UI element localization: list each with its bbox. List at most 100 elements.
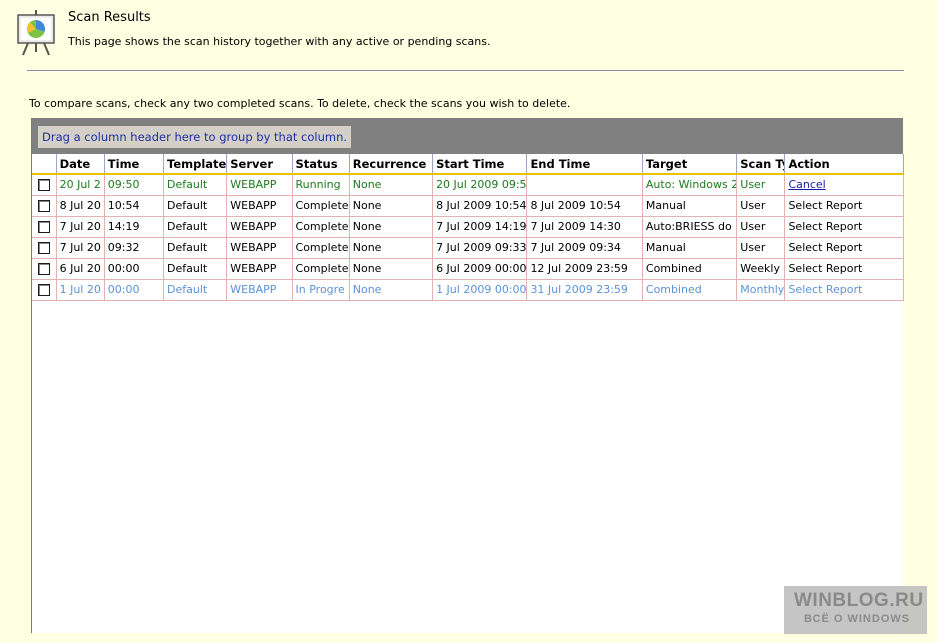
row-checkbox[interactable]: [37, 263, 50, 275]
cell-template: Default: [163, 237, 228, 259]
cell-target: Manual: [642, 237, 738, 259]
column-header-row: Date Time Template Server Status Recurre…: [32, 154, 904, 175]
cell-server: WEBAPP: [226, 216, 293, 238]
scan-results-grid: Drag a column header here to group by th…: [31, 118, 904, 633]
scan-results-table: Date Time Template Server Status Recurre…: [32, 154, 904, 301]
cell-scan-type: User: [736, 174, 786, 196]
cell-date: 7 Jul 20: [56, 216, 105, 238]
group-by-panel[interactable]: Drag a column header here to group by th…: [32, 118, 903, 154]
cell-start-time: 7 Jul 2009 14:19: [432, 216, 528, 238]
watermark-logo: WINBLOG.RU ВСЁ О WINDOWS: [784, 586, 927, 634]
column-header-time[interactable]: Time: [104, 154, 165, 175]
cell-scan-type: User: [736, 237, 786, 259]
row-select-cell: [32, 258, 57, 280]
cell-end-time: 31 Jul 2009 23:59: [526, 279, 643, 301]
cell-recurrence: None: [349, 279, 434, 301]
page-title: Scan Results: [68, 10, 151, 25]
table-row[interactable]: 7 Jul 20 14:19 Default WEBAPP Complete N…: [32, 216, 904, 238]
row-select-cell: [32, 237, 57, 259]
cell-date: 6 Jul 20: [56, 258, 105, 280]
cell-start-time: 1 Jul 2009 00:00: [432, 279, 528, 301]
cell-action[interactable]: Select Report: [784, 279, 904, 301]
cell-template: Default: [163, 216, 228, 238]
column-header-status[interactable]: Status: [292, 154, 350, 175]
cell-status: Running: [292, 174, 350, 196]
cell-date: 20 Jul 2: [56, 174, 105, 196]
cell-start-time: 8 Jul 2009 10:54: [432, 195, 528, 217]
cell-end-time: 12 Jul 2009 23:59: [526, 258, 643, 280]
cell-time: 09:32: [104, 237, 165, 259]
column-header-date[interactable]: Date: [56, 154, 105, 175]
cell-server: WEBAPP: [226, 258, 293, 280]
presentation-chart-icon: [17, 10, 55, 56]
cell-action[interactable]: Select Report: [784, 195, 904, 217]
cell-time: 09:50: [104, 174, 165, 196]
row-checkbox[interactable]: [37, 284, 50, 296]
watermark-tagline: ВСЁ О WINDOWS: [804, 613, 911, 625]
cell-action[interactable]: Select Report: [784, 258, 904, 280]
column-header-action[interactable]: Action: [784, 154, 904, 175]
cell-action[interactable]: Select Report: [784, 237, 904, 259]
row-select-cell: [32, 195, 57, 217]
column-header-select: [32, 154, 57, 175]
instructions-text: To compare scans, check any two complete…: [29, 97, 571, 110]
cell-end-time: 7 Jul 2009 14:30: [526, 216, 643, 238]
row-checkbox[interactable]: [37, 242, 50, 254]
cell-recurrence: None: [349, 195, 434, 217]
column-header-end-time[interactable]: End Time: [526, 154, 643, 175]
cell-template: Default: [163, 195, 228, 217]
row-checkbox[interactable]: [37, 179, 50, 192]
cell-time: 10:54: [104, 195, 165, 217]
cell-status: Complete: [292, 258, 350, 280]
column-header-template[interactable]: Template: [163, 154, 228, 175]
column-header-server[interactable]: Server: [226, 154, 293, 175]
cell-status: Complete: [292, 237, 350, 259]
row-checkbox[interactable]: [37, 200, 50, 212]
cell-target: Combined: [642, 279, 738, 301]
cell-end-time: [526, 174, 643, 196]
cell-target: Auto:BRIESS do: [642, 216, 738, 238]
cell-recurrence: None: [349, 216, 434, 238]
cell-scan-type: User: [736, 216, 786, 238]
page-header: Scan Results This page shows the scan hi…: [0, 0, 937, 70]
cell-target: Combined: [642, 258, 738, 280]
cell-time: 14:19: [104, 216, 165, 238]
cell-server: WEBAPP: [226, 195, 293, 217]
row-select-cell: [32, 279, 57, 301]
table-row[interactable]: 7 Jul 20 09:32 Default WEBAPP Complete N…: [32, 237, 904, 259]
cell-date: 1 Jul 20: [56, 279, 105, 301]
cell-status: Complete: [292, 195, 350, 217]
cell-action[interactable]: Select Report: [784, 216, 904, 238]
column-header-start-time[interactable]: Start Time: [432, 154, 528, 175]
watermark-site: WINBLOG.RU: [794, 590, 924, 611]
cell-status: Complete: [292, 216, 350, 238]
table-row[interactable]: 8 Jul 20 10:54 Default WEBAPP Complete N…: [32, 195, 904, 217]
row-select-cell: [32, 216, 57, 238]
row-checkbox[interactable]: [37, 221, 50, 233]
cell-end-time: 7 Jul 2009 09:34: [526, 237, 643, 259]
column-header-scan-type[interactable]: Scan Ty: [736, 154, 786, 175]
cancel-scan-link[interactable]: Cancel: [788, 178, 825, 191]
cell-action: Cancel: [784, 174, 904, 196]
cell-date: 7 Jul 20: [56, 237, 105, 259]
cell-start-time: 7 Jul 2009 09:33: [432, 237, 528, 259]
cell-recurrence: None: [349, 237, 434, 259]
group-by-hint: Drag a column header here to group by th…: [38, 126, 352, 148]
cell-status: In Progre: [292, 279, 350, 301]
column-header-target[interactable]: Target: [642, 154, 738, 175]
cell-date: 8 Jul 20: [56, 195, 105, 217]
cell-target: Manual: [642, 195, 738, 217]
cell-time: 00:00: [104, 279, 165, 301]
cell-start-time: 6 Jul 2009 00:00: [432, 258, 528, 280]
table-row[interactable]: 6 Jul 20 00:00 Default WEBAPP Complete N…: [32, 258, 904, 280]
column-header-recurrence[interactable]: Recurrence: [349, 154, 434, 175]
cell-scan-type: Monthly: [736, 279, 786, 301]
page-subtitle: This page shows the scan history togethe…: [68, 35, 491, 48]
cell-target: Auto: Windows 2: [642, 174, 738, 196]
cell-start-time: 20 Jul 2009 09:5: [432, 174, 528, 196]
table-row[interactable]: 1 Jul 20 00:00 Default WEBAPP In Progre …: [32, 279, 904, 301]
cell-server: WEBAPP: [226, 279, 293, 301]
row-select-cell: [32, 174, 57, 196]
cell-template: Default: [163, 258, 228, 280]
table-row[interactable]: 20 Jul 2 09:50 Default WEBAPP Running No…: [32, 174, 904, 196]
